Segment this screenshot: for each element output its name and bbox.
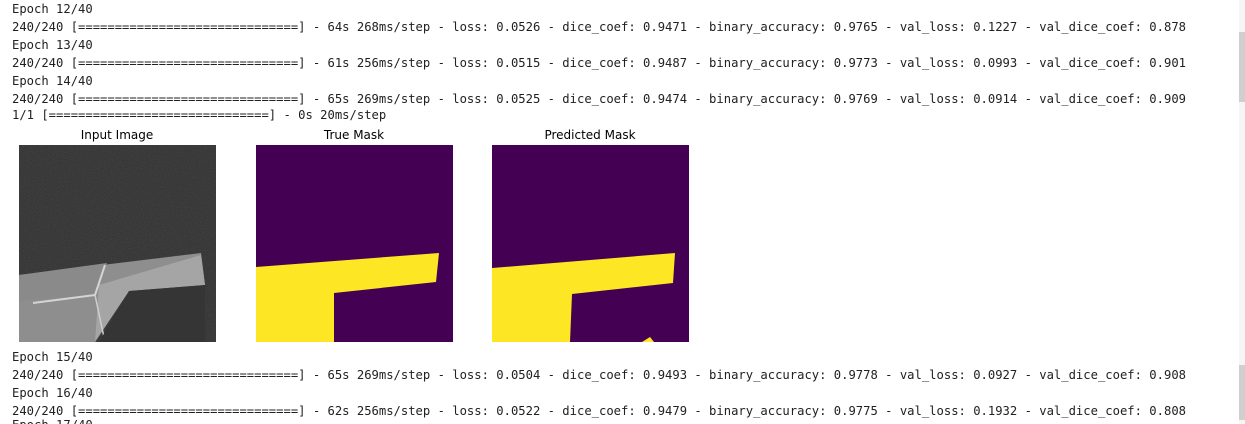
predicted-mask-title: Predicted Mask bbox=[544, 128, 636, 142]
log-line-epoch-16: Epoch 16/40 bbox=[12, 386, 93, 400]
log-line-epoch-13: Epoch 13/40 bbox=[12, 38, 93, 52]
log-line-epoch-12: Epoch 12/40 bbox=[12, 2, 93, 16]
true-mask-title: True Mask bbox=[323, 128, 385, 142]
true-mask-image bbox=[256, 145, 453, 342]
log-line-predict-step: 1/1 [==============================] - 0… bbox=[12, 108, 387, 122]
scrollbar-thumb-top[interactable] bbox=[1239, 32, 1245, 102]
input-image bbox=[19, 145, 216, 342]
log-line-progress-12: 240/240 [==============================]… bbox=[12, 20, 1186, 34]
log-line-epoch-15: Epoch 15/40 bbox=[12, 350, 93, 364]
input-image-title: Input Image bbox=[80, 128, 154, 142]
log-line-progress-15: 240/240 [==============================]… bbox=[12, 368, 1186, 382]
scrollbar-thumb-bottom[interactable] bbox=[1239, 365, 1245, 420]
log-line-progress-13: 240/240 [==============================]… bbox=[12, 56, 1186, 70]
log-line-progress-16: 240/240 [==============================]… bbox=[12, 404, 1186, 418]
log-line-epoch-17-partial: Epoch 17/40 bbox=[12, 416, 93, 424]
predicted-mask-image bbox=[492, 145, 689, 342]
log-line-epoch-14: Epoch 14/40 bbox=[12, 74, 93, 88]
